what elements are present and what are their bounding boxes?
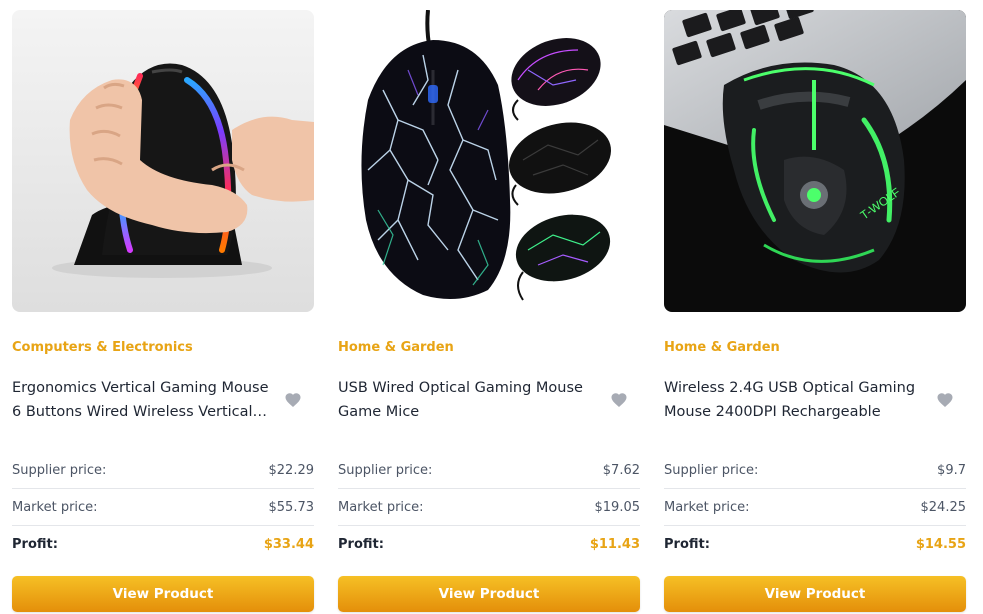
supplier-price-label: Supplier price: <box>12 462 107 478</box>
market-price-value: $19.05 <box>594 499 641 515</box>
market-price-value: $55.73 <box>268 499 315 515</box>
product-card: Computers & Electronics Ergonomics Verti… <box>12 10 314 612</box>
market-price-label: Market price: <box>664 499 750 515</box>
profit-row: Profit: $33.44 <box>12 525 314 562</box>
price-table: Supplier price: $9.7 Market price: $24.2… <box>664 452 966 562</box>
market-price-row: Market price: $24.25 <box>664 488 966 525</box>
profit-label: Profit: <box>12 536 58 552</box>
supplier-price-row: Supplier price: $22.29 <box>12 452 314 488</box>
product-card: T-WOLF Home & Garden Wireless 2.4G USB O… <box>664 10 966 612</box>
heart-icon[interactable] <box>284 391 302 409</box>
view-product-button[interactable]: View Product <box>12 576 314 612</box>
supplier-price-value: $9.7 <box>937 462 966 478</box>
supplier-price-row: Supplier price: $9.7 <box>664 452 966 488</box>
supplier-price-value: $22.29 <box>268 462 315 478</box>
profit-row: Profit: $11.43 <box>338 525 640 562</box>
product-category[interactable]: Home & Garden <box>664 340 966 356</box>
supplier-price-row: Supplier price: $7.62 <box>338 452 640 488</box>
product-title[interactable]: Wireless 2.4G USB Optical Gaming Mouse 2… <box>664 376 926 424</box>
supplier-price-label: Supplier price: <box>338 462 433 478</box>
product-card: Home & Garden USB Wired Optical Gaming M… <box>338 10 640 612</box>
heart-icon[interactable] <box>610 391 628 409</box>
market-price-label: Market price: <box>338 499 424 515</box>
profit-label: Profit: <box>338 536 384 552</box>
market-price-row: Market price: $19.05 <box>338 488 640 525</box>
profit-row: Profit: $14.55 <box>664 525 966 562</box>
price-table: Supplier price: $7.62 Market price: $19.… <box>338 452 640 562</box>
profit-label: Profit: <box>664 536 710 552</box>
profit-value: $33.44 <box>263 536 314 552</box>
product-image[interactable] <box>338 10 640 312</box>
product-title[interactable]: USB Wired Optical Gaming Mouse Game Mice <box>338 376 600 424</box>
supplier-price-label: Supplier price: <box>664 462 759 478</box>
market-price-row: Market price: $55.73 <box>12 488 314 525</box>
market-price-label: Market price: <box>12 499 98 515</box>
product-title[interactable]: Ergonomics Vertical Gaming Mouse 6 Butto… <box>12 376 274 424</box>
product-image[interactable]: T-WOLF <box>664 10 966 312</box>
heart-icon[interactable] <box>936 391 954 409</box>
market-price-value: $24.25 <box>920 499 967 515</box>
price-table: Supplier price: $22.29 Market price: $55… <box>12 452 314 562</box>
profit-value: $11.43 <box>589 536 640 552</box>
product-category[interactable]: Home & Garden <box>338 340 640 356</box>
supplier-price-value: $7.62 <box>602 462 640 478</box>
product-image[interactable] <box>12 10 314 312</box>
view-product-button[interactable]: View Product <box>338 576 640 612</box>
view-product-button[interactable]: View Product <box>664 576 966 612</box>
profit-value: $14.55 <box>915 536 966 552</box>
product-category[interactable]: Computers & Electronics <box>12 340 314 356</box>
